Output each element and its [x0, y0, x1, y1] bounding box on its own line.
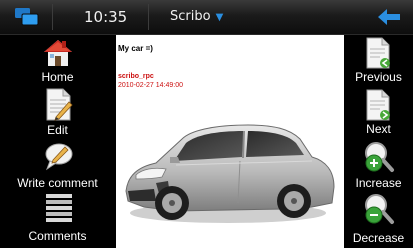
next-document-icon	[366, 89, 392, 125]
comment-bubble-icon	[44, 142, 74, 176]
house-icon	[43, 38, 73, 72]
zoom-in-icon	[363, 141, 395, 179]
app-title-menu[interactable]: Scribo ▼	[170, 9, 223, 26]
previous-document-icon	[366, 37, 392, 73]
status-bar: 10:35 Scribo ▼	[0, 0, 413, 35]
edit-label: Edit	[47, 123, 68, 137]
post-author[interactable]: scribo_rpc	[118, 73, 154, 81]
increase-label: Increase	[355, 176, 402, 190]
home-label: Home	[41, 70, 74, 84]
divider	[148, 4, 149, 30]
app-title: Scribo	[170, 9, 211, 24]
write-comment-button[interactable]: Write comment	[0, 139, 115, 193]
car-photo	[116, 95, 344, 245]
screen: 10:35 Scribo ▼ Home Edit Write comment C…	[0, 0, 413, 248]
home-button[interactable]: Home	[0, 35, 115, 87]
comments-button[interactable]: Comments	[0, 193, 115, 248]
comments-list-icon	[45, 193, 73, 227]
edit-button[interactable]: Edit	[0, 87, 115, 139]
right-toolbar: Previous Next Increase Decrease	[344, 35, 413, 248]
post-date: 2010-02-27 14:49:00	[118, 82, 183, 89]
divider	[52, 4, 53, 30]
increase-button[interactable]: Increase	[344, 139, 413, 193]
next-label: Next	[366, 122, 391, 136]
previous-button[interactable]: Previous	[344, 35, 413, 87]
zoom-out-icon	[363, 193, 395, 231]
left-toolbar: Home Edit Write comment Comments	[0, 35, 115, 248]
edit-document-icon	[45, 88, 73, 125]
post-view: My car =) scribo_rpc 2010-02-27 14:49:00	[116, 35, 344, 248]
decrease-label: Decrease	[352, 231, 405, 245]
decrease-button[interactable]: Decrease	[344, 193, 413, 248]
write-comment-label: Write comment	[17, 176, 98, 190]
back-arrow-icon[interactable]	[376, 8, 402, 26]
next-button[interactable]: Next	[344, 87, 413, 139]
post-title: My car =)	[118, 44, 153, 53]
chevron-down-icon: ▼	[215, 12, 224, 23]
clock: 10:35	[84, 8, 128, 26]
task-switcher-icon[interactable]	[14, 7, 40, 27]
previous-label: Previous	[355, 70, 402, 84]
comments-label: Comments	[28, 229, 87, 243]
